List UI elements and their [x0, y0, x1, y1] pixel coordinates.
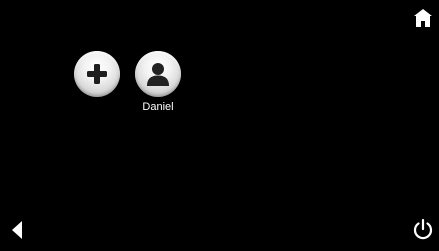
- add-profile-button[interactable]: [72, 51, 122, 97]
- plus-icon: [87, 64, 107, 84]
- profile-name: Daniel: [142, 101, 174, 113]
- power-icon: [413, 218, 433, 240]
- profile-select-screen: Daniel: [0, 0, 439, 251]
- triangle-left-icon: [12, 221, 22, 239]
- back-button[interactable]: [10, 220, 24, 240]
- add-profile-circle: [74, 51, 120, 97]
- person-icon: [147, 63, 169, 86]
- home-button[interactable]: [413, 8, 433, 28]
- home-icon: [414, 9, 432, 27]
- avatar: [135, 51, 181, 97]
- profile-tile-daniel[interactable]: Daniel: [133, 51, 183, 114]
- power-button[interactable]: [412, 218, 434, 240]
